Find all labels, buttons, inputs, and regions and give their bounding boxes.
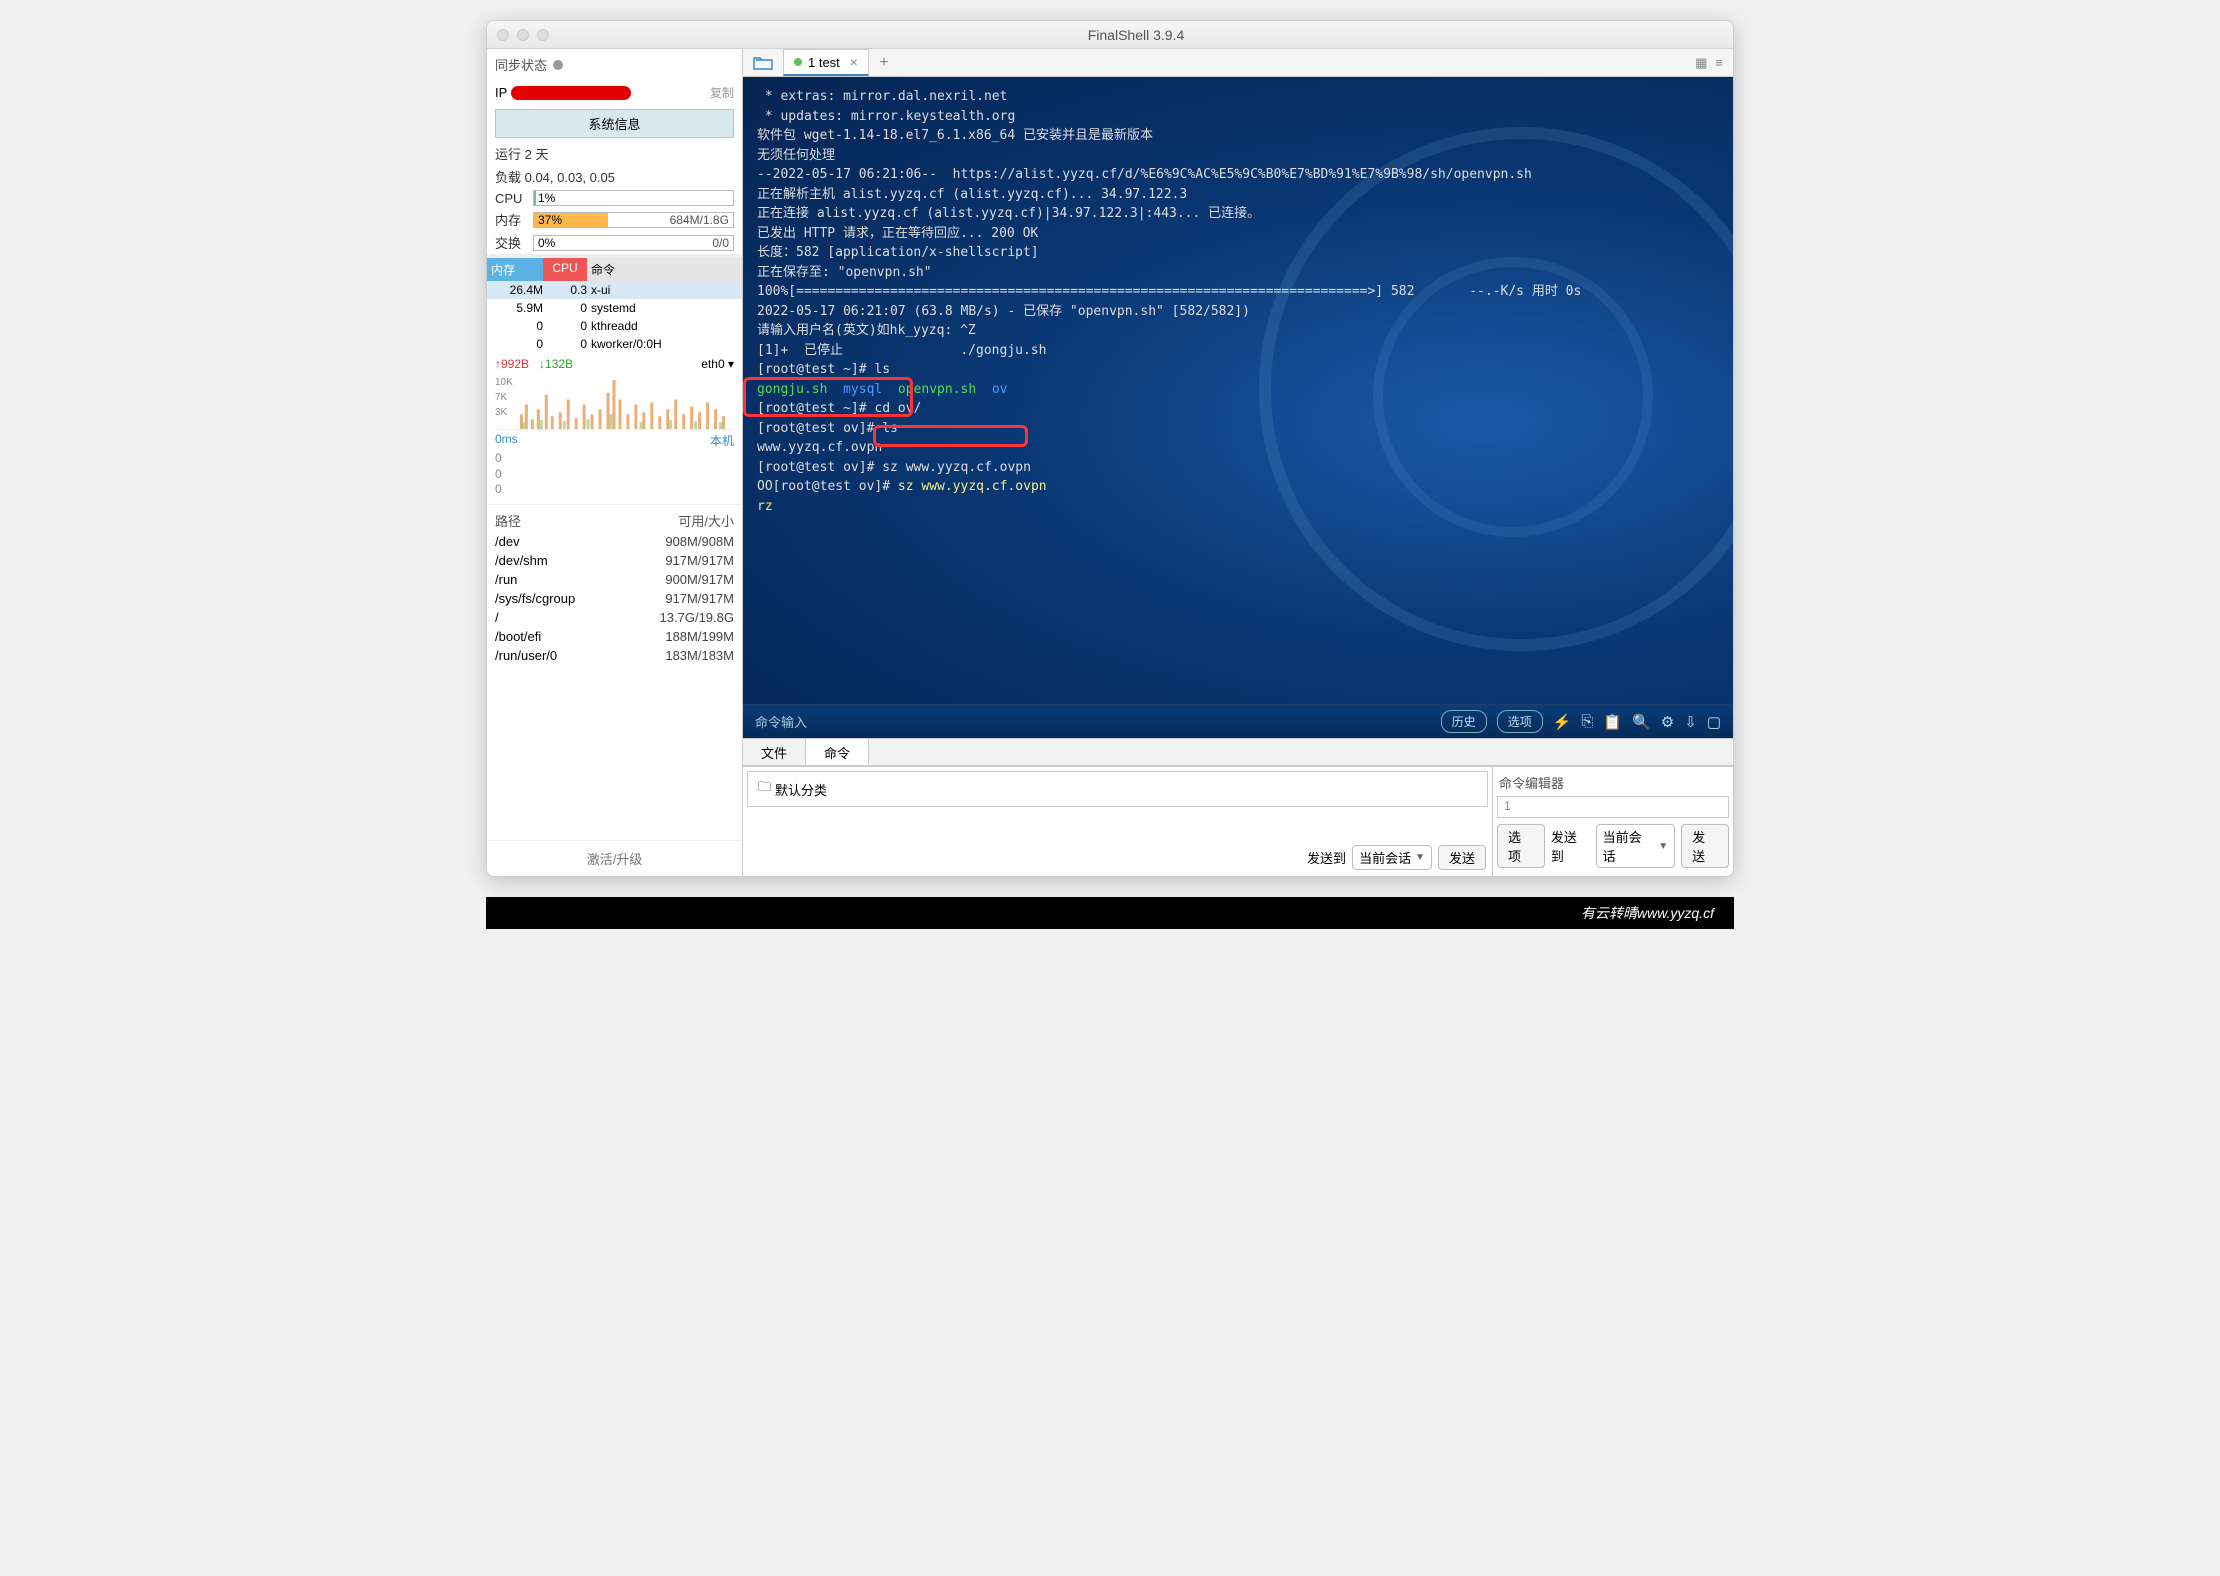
maximize-icon[interactable] xyxy=(537,29,549,41)
terminal[interactable]: * extras: mirror.dal.nexril.net * update… xyxy=(743,77,1733,704)
ping-values: 000 xyxy=(487,451,742,498)
folder-icon[interactable] xyxy=(743,49,783,76)
cpu-meter: CPU 1% xyxy=(487,188,742,208)
list-view-icon[interactable]: ≡ xyxy=(1715,55,1723,70)
search-icon[interactable]: 🔍 xyxy=(1632,713,1651,731)
filesystem-row[interactable]: /boot/efi188M/199M xyxy=(487,627,742,646)
status-dot-icon xyxy=(794,58,802,66)
send-to-label: 发送到 xyxy=(1551,827,1590,865)
grid-view-icon[interactable]: ▦ xyxy=(1695,55,1707,71)
terminal-line: 请输入用户名(英文)如hk_yyzq: ^Z xyxy=(757,321,1719,341)
copy-button[interactable]: 复制 xyxy=(710,84,734,101)
system-info-button[interactable]: 系统信息 xyxy=(495,109,734,138)
session-select[interactable]: 当前会话▼ xyxy=(1596,824,1676,868)
titlebar: FinalShell 3.9.4 xyxy=(487,21,1733,49)
copy-icon[interactable]: ⎘ xyxy=(1581,713,1593,731)
paste-icon[interactable]: 📋 xyxy=(1603,713,1622,731)
terminal-line: * updates: mirror.keystealth.org xyxy=(757,107,1719,127)
bottom-tabs: 文件 命令 xyxy=(743,738,1733,766)
gear-icon[interactable]: ⚙ xyxy=(1661,713,1674,731)
download-icon[interactable]: ⇩ xyxy=(1684,713,1697,731)
chevron-down-icon: ▼ xyxy=(1658,841,1668,852)
terminal-line: 2022-05-17 06:21:07 (63.8 MB/s) - 已保存 "o… xyxy=(757,302,1719,322)
terminal-line: rz xyxy=(757,497,1719,517)
terminal-line: 无须任何处理 xyxy=(757,146,1719,166)
terminal-line: 已发出 HTTP 请求，正在等待回应... 200 OK xyxy=(757,224,1719,244)
chevron-down-icon: ▼ xyxy=(1415,852,1425,863)
sidebar: 同步状态 IP 复制 系统信息 运行 2 天 负载 0.04, 0.03, 0.… xyxy=(487,49,743,876)
activate-button[interactable]: 激活/升级 xyxy=(487,840,742,876)
terminal-line: 正在解析主机 alist.yyzq.cf (alist.yyzq.cf)... … xyxy=(757,185,1719,205)
filesystem-row[interactable]: /dev/shm917M/917M xyxy=(487,551,742,570)
filesystem-header: 路径可用/大小 xyxy=(487,504,742,532)
add-tab-button[interactable]: + xyxy=(869,49,899,76)
interface-select[interactable]: eth0 ▾ xyxy=(701,357,734,371)
swap-meter: 交换 0%0/0 xyxy=(487,231,742,254)
folder-icon: 🗀 xyxy=(758,778,771,800)
close-tab-icon[interactable]: × xyxy=(850,54,858,70)
process-header: 内存CPU命令 xyxy=(487,258,742,281)
status-dot-icon xyxy=(553,60,563,70)
process-row[interactable]: 5.9M0systemd xyxy=(487,299,742,317)
option-button[interactable]: 选项 xyxy=(1497,824,1545,868)
network-chart: 10K7K3K xyxy=(495,375,734,430)
watermark: 有云转晴www.yyzq.cf xyxy=(486,897,1734,929)
ping-row: 0ms本机 xyxy=(487,430,742,451)
terminal-line: * extras: mirror.dal.nexril.net xyxy=(757,87,1719,107)
highlight-box xyxy=(873,425,1028,447)
terminal-line: [root@test ov]# sz www.yyzq.cf.ovpn xyxy=(757,458,1719,478)
download-icon: ↓132B xyxy=(539,357,573,371)
filesystem-row[interactable]: /dev908M/908M xyxy=(487,532,742,551)
terminal-line: --2022-05-17 06:21:06-- https://alist.yy… xyxy=(757,165,1719,185)
mem-meter: 内存 37%684M/1.8G xyxy=(487,208,742,231)
terminal-line: OO[root@test ov]# sz www.yyzq.cf.ovpn xyxy=(757,477,1719,497)
upload-icon: ↑992B xyxy=(495,357,529,371)
filesystem-row[interactable]: /run/user/0183M/183M xyxy=(487,646,742,665)
ip-redacted xyxy=(511,86,631,100)
history-button[interactable]: 历史 xyxy=(1441,710,1487,733)
filesystem-row[interactable]: /sys/fs/cgroup917M/917M xyxy=(487,589,742,608)
category-item[interactable]: 🗀 默认分类 xyxy=(747,771,1488,807)
send-to-label: 发送到 xyxy=(1307,848,1346,867)
process-row[interactable]: 26.4M0.3x-ui xyxy=(487,281,742,299)
filesystem-row[interactable]: /run900M/917M xyxy=(487,570,742,589)
tab-label: 1 test xyxy=(808,55,840,70)
editor-input[interactable]: 1 xyxy=(1497,796,1729,818)
process-row[interactable]: 00kworker/0:0H xyxy=(487,335,742,353)
terminal-line: 正在保存至: "openvpn.sh" xyxy=(757,263,1719,283)
terminal-line: 100%[===================================… xyxy=(757,282,1719,302)
process-row[interactable]: 00kthreadd xyxy=(487,317,742,335)
tab-session[interactable]: 1 test × xyxy=(783,49,869,76)
terminal-line: 长度：582 [application/x-shellscript] xyxy=(757,243,1719,263)
options-button[interactable]: 选项 xyxy=(1497,710,1543,733)
minimize-icon[interactable] xyxy=(517,29,529,41)
terminal-line: 软件包 wget-1.14-18.el7_6.1.x86_64 已安装并且是最新… xyxy=(757,126,1719,146)
editor-label: 命令编辑器 xyxy=(1497,771,1729,794)
ip-row: IP 复制 xyxy=(487,80,742,105)
network-row: ↑992B ↓132B eth0 ▾ xyxy=(487,353,742,375)
fullscreen-icon[interactable]: ▢ xyxy=(1707,713,1721,731)
bolt-icon[interactable]: ⚡ xyxy=(1553,713,1572,731)
tab-file[interactable]: 文件 xyxy=(743,739,806,765)
load-label: 负载 0.04, 0.03, 0.05 xyxy=(487,165,742,188)
window-title: FinalShell 3.9.4 xyxy=(549,27,1723,43)
filesystem-row[interactable]: /13.7G/19.8G xyxy=(487,608,742,627)
highlight-box xyxy=(743,377,913,417)
sync-status: 同步状态 xyxy=(487,49,742,80)
tab-bar: 1 test × + ▦ ≡ xyxy=(743,49,1733,77)
send-button[interactable]: 发送 xyxy=(1438,845,1486,870)
send-button[interactable]: 发送 xyxy=(1681,824,1729,868)
session-select[interactable]: 当前会话▼ xyxy=(1352,845,1432,870)
terminal-line: 正在连接 alist.yyzq.cf (alist.yyzq.cf)|34.97… xyxy=(757,204,1719,224)
tab-command[interactable]: 命令 xyxy=(806,739,869,765)
command-bar: 命令输入 历史 选项 ⚡ ⎘ 📋 🔍 ⚙ ⇩ ▢ xyxy=(743,704,1733,738)
uptime-label: 运行 2 天 xyxy=(487,142,742,165)
close-icon[interactable] xyxy=(497,29,509,41)
terminal-line: [1]+ 已停止 ./gongju.sh xyxy=(757,341,1719,361)
command-input[interactable]: 命令输入 xyxy=(755,712,1431,731)
